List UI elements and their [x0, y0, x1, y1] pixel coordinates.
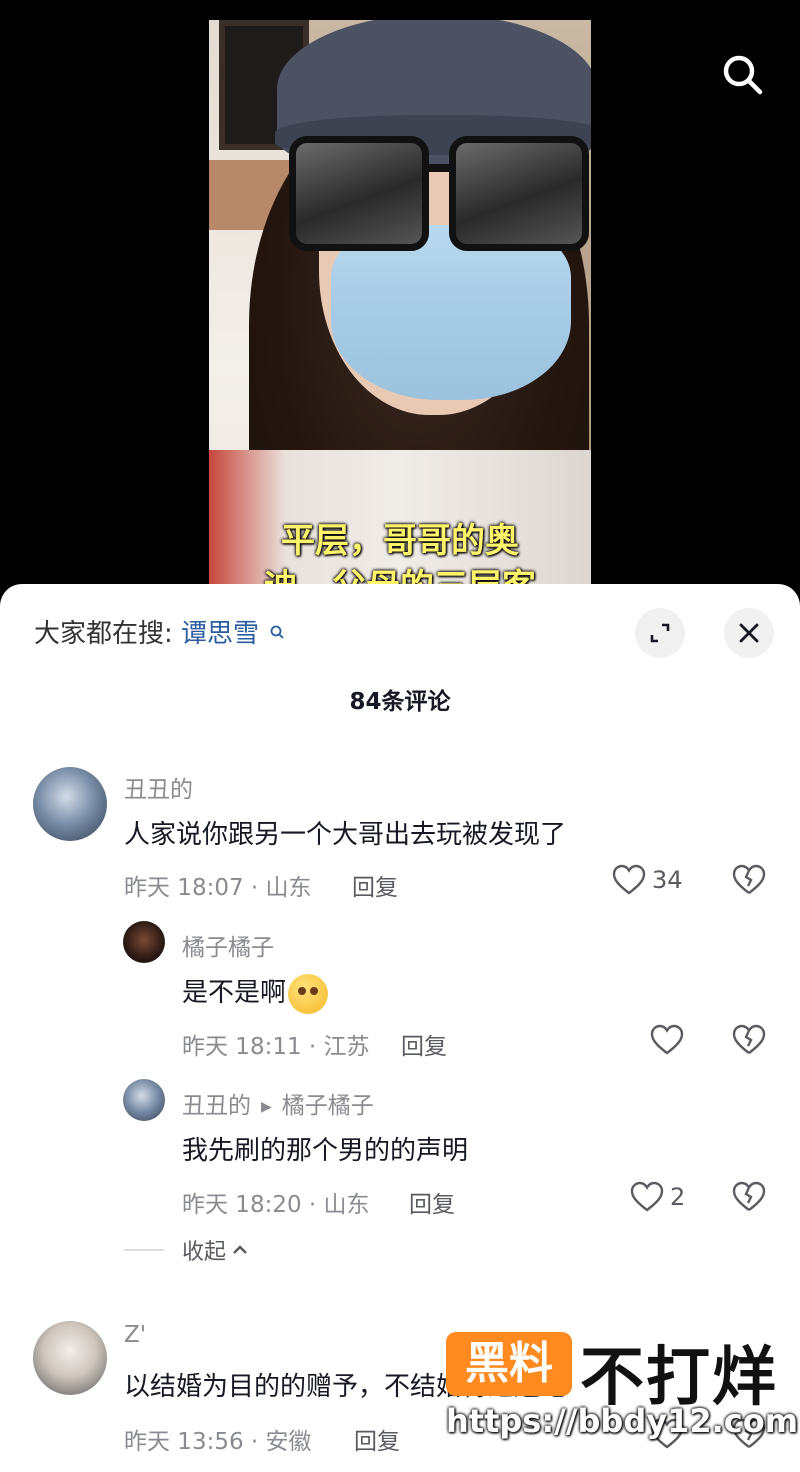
heart-icon	[612, 864, 646, 895]
dislike-button[interactable]	[732, 864, 766, 900]
comment-text-content: 是不是啊	[182, 978, 287, 1008]
comment-username[interactable]: 橘子橘子	[182, 928, 274, 962]
emoji-icon	[288, 973, 329, 1014]
like-count: 34	[652, 866, 683, 894]
expand-button[interactable]	[635, 608, 685, 658]
like-count: 2	[670, 1183, 686, 1211]
like-button[interactable]: 34	[612, 864, 683, 896]
comment-username: 丑丑的 ▶ 橘子橘子	[182, 1086, 374, 1120]
watermark: 黑料 不打烊 https://bbdy12.com	[440, 1332, 800, 1452]
search-small-icon	[269, 614, 285, 654]
comment-username[interactable]: 丑丑的	[124, 770, 193, 804]
comment-text: 是不是啊	[182, 972, 329, 1014]
caption-line-1: 平层，哥哥的奥	[281, 521, 519, 561]
comment-meta: 昨天 13:56 · 安徽	[124, 1429, 312, 1455]
search-suggestion-keyword[interactable]: 谭思雪	[181, 619, 259, 649]
reply-target[interactable]: 橘子橘子	[282, 1093, 374, 1119]
search-icon[interactable]	[718, 50, 766, 98]
close-button[interactable]	[724, 608, 774, 658]
video-frame[interactable]: 平层，哥哥的奥 迪，父母的三层客	[209, 20, 591, 600]
heart-icon	[650, 1024, 684, 1055]
close-icon	[739, 623, 759, 643]
broken-heart-icon	[732, 1181, 766, 1211]
avatar[interactable]	[123, 1079, 165, 1121]
avatar[interactable]	[33, 767, 107, 841]
comment-count: 84条评论	[349, 689, 451, 715]
reply-arrow-icon: ▶	[261, 1098, 272, 1115]
chevron-up-icon	[233, 1245, 247, 1254]
watermark-url: https://bbdy12.com	[446, 1402, 799, 1440]
search-suggestion[interactable]: 大家都在搜: 谭思雪	[34, 614, 285, 654]
like-button[interactable]: 2	[630, 1181, 685, 1213]
expand-icon	[650, 623, 670, 643]
comment-username[interactable]: Z'	[124, 1322, 146, 1348]
comment-meta: 昨天 18:20 · 山东	[182, 1192, 370, 1218]
avatar[interactable]	[33, 1321, 107, 1395]
avatar[interactable]	[123, 921, 165, 963]
broken-heart-icon	[732, 864, 766, 894]
dislike-button[interactable]	[732, 1181, 766, 1217]
collapse-replies-button[interactable]: 收起	[124, 1234, 250, 1266]
comment-meta: 昨天 18:11 · 江苏	[182, 1034, 370, 1060]
watermark-badge: 黑料	[446, 1332, 572, 1396]
sunglasses	[289, 136, 591, 261]
reply-button[interactable]: 回复	[401, 1027, 447, 1061]
like-button[interactable]	[650, 1024, 684, 1056]
heart-icon	[630, 1181, 664, 1212]
search-suggestion-prefix: 大家都在搜:	[34, 619, 173, 649]
reply-author[interactable]: 丑丑的	[182, 1093, 251, 1119]
comment-meta: 昨天 18:07 · 山东	[124, 875, 312, 901]
dislike-button[interactable]	[732, 1024, 766, 1060]
video-player[interactable]: 平层，哥哥的奥 迪，父母的三层客	[0, 0, 800, 600]
comment-text: 我先刷的那个男的的声明	[182, 1136, 469, 1166]
reply-button[interactable]: 回复	[409, 1185, 455, 1219]
comment-text: 人家说你跟另一个大哥出去玩被发现了	[124, 820, 567, 850]
reply-button[interactable]: 回复	[352, 868, 398, 902]
divider	[124, 1249, 164, 1251]
collapse-label: 收起	[182, 1240, 227, 1265]
reply-button[interactable]: 回复	[354, 1422, 400, 1456]
broken-heart-icon	[732, 1024, 766, 1054]
